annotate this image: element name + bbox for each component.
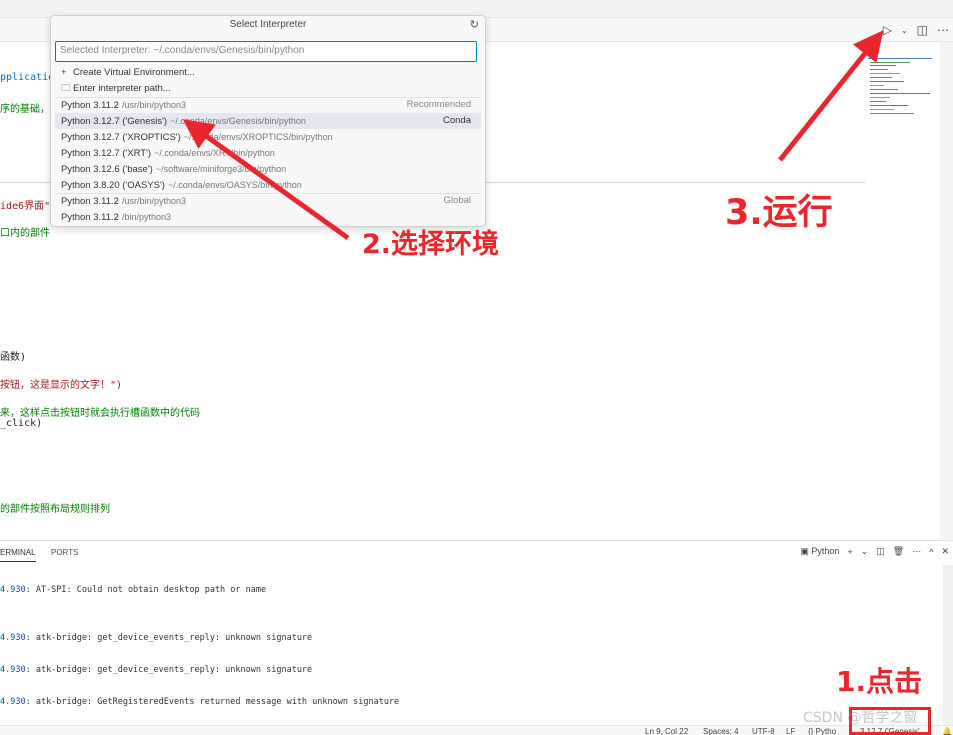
interpreter-tag: Conda [443,115,471,126]
tab-ports[interactable]: PORTS [51,548,78,557]
interpreter-name: Python 3.8.20 ('OASYS') [61,180,165,191]
interpreter-name: Python 3.12.7 ('XRT') [61,148,152,159]
annotation-step2: 2.选择环境 [362,229,500,260]
interpreter-path: ~/.conda/envs/XRT/bin/python [154,148,275,158]
terminal-icon: ▣ [800,546,809,556]
interpreter-item-selected[interactable]: Python 3.12.7 ('Genesis') ~/.conda/envs/G… [55,113,481,129]
terminal-line: 4.930: AT-SPI: Could not obtain desktop … [0,585,267,595]
interpreter-item[interactable]: Python 3.8.20 ('OASYS') ~/.conda/envs/OAS… [55,177,481,193]
quickpick-title: Select Interpreter [229,19,307,30]
language-mode[interactable]: {} Pytho [808,727,836,735]
encoding[interactable]: UTF-8 [752,727,775,735]
refresh-icon[interactable]: ↻ [470,18,479,31]
interpreter-name: Python 3.11.2 [61,212,119,223]
code-line: 函数) [0,352,27,363]
interpreter-item[interactable]: Python 3.12.7 ('XRT') ~/.conda/envs/XRT/b… [55,145,481,161]
folder-icon: 🗀 [61,83,71,94]
end-of-line[interactable]: LF [786,727,795,735]
annotation-step1: 1.点击 [836,665,923,698]
interpreter-item[interactable]: Python 3.11.2/usr/bin/python3 Recommended [55,97,481,113]
interpreter-path: ~/software/miniforge3/bin/python [155,164,287,174]
interpreter-name: Python 3.11.2 [61,196,119,207]
more-icon[interactable]: ⋯ [912,546,921,557]
interpreter-name: Python 3.12.7 ('Genesis') [61,116,168,127]
terminal-shell-selector[interactable]: ▣ Python [800,546,839,557]
code-line: _click) [0,418,43,429]
interpreter-path: ~/.conda/envs/OASYS/bin/python [167,180,302,190]
close-icon[interactable]: ✕ [941,546,949,557]
annotation-step3: 3.运行 [725,193,833,233]
plus-icon: + [61,67,67,78]
interpreter-item[interactable]: Python 3.12.7 ('XROPTICS') ~/.conda/envs/… [55,129,481,145]
code-line: pplicatio [0,72,55,83]
code-line: ide6界面" [0,201,51,212]
cursor-position[interactable]: Ln 9, Col 22 [645,727,688,735]
editor-scrollbar[interactable] [940,42,953,540]
create-env-label: Create Virtual Environment... [73,67,195,78]
terminal-line: 4.930: atk-bridge: get_device_events_rep… [0,633,313,643]
indentation[interactable]: Spaces: 4 [703,727,739,735]
interpreter-tag: Recommended [406,99,471,110]
interpreter-item[interactable]: Python 3.12.6 ('base') ~/software/minifor… [55,161,481,177]
create-virtual-env-item[interactable]: + Create Virtual Environment... [55,65,481,81]
play-icon[interactable]: ▷ [883,23,892,37]
code-line: 来，这样点击按钮时就会执行槽函数中的代码 [0,408,200,419]
interpreter-tag: Global [443,195,471,206]
code-line: 按钮，这是显示的文字！") [0,380,123,391]
interpreter-path: /bin/python3 [121,212,171,222]
chevron-down-icon[interactable]: ⌄ [901,26,908,35]
tab-terminal[interactable]: ERMINAL [0,548,36,562]
terminal-scrollbar[interactable] [943,565,953,725]
interpreter-item[interactable]: Python 3.11.2/usr/bin/python3 Global [55,193,481,209]
notifications-icon[interactable]: 🔔 [942,727,952,735]
enter-path-label: Enter interpreter path... [73,83,171,94]
terminal-line: 4.930: atk-bridge: GetRegisteredEvents r… [0,697,400,707]
editor-actions: ▷ ⌄ ◫ ⋯ [883,20,949,40]
interpreter-path: /usr/bin/python3 [121,100,186,110]
terminal-line: 4.930: atk-bridge: get_device_events_rep… [0,665,313,675]
interpreter-name: Python 3.12.7 ('XROPTICS') [61,132,181,143]
select-interpreter-quickpick: Select Interpreter ↻ Selected Interprete… [50,15,486,227]
code-line: 的部件按照布局规则排列 [0,504,110,515]
more-icon[interactable]: ⋯ [937,23,949,37]
interpreter-name: Python 3.12.6 ('base') [61,164,153,175]
interpreter-name: Python 3.11.2 [61,100,119,111]
panel-actions: ▣ Python + ⌄ ◫ 🗑 ⋯ ^ ✕ [800,546,949,557]
split-terminal-icon[interactable]: ◫ [876,546,885,557]
shell-label: Python [811,546,840,556]
interpreter-path: /usr/bin/python3 [121,196,186,206]
interpreter-path: ~/.conda/envs/XROPTICS/bin/python [183,132,333,142]
minimap[interactable] [866,56,936,120]
watermark: CSDN @哲学之窗 [803,710,918,726]
code-line: 口内的部件 [0,228,50,239]
split-editor-icon[interactable]: ◫ [917,23,928,37]
enter-interpreter-path-item[interactable]: 🗀 Enter interpreter path... [55,81,481,97]
interpreter-search-input[interactable]: Selected Interpreter: ~/.conda/envs/Gene… [55,41,477,62]
code-line: 序的基础， [0,104,50,115]
interpreter-path: ~/.conda/envs/Genesis/bin/python [170,116,306,126]
trash-icon[interactable]: 🗑 [893,546,904,557]
chevron-down-icon[interactable]: ⌄ [861,546,869,557]
maximize-panel-icon[interactable]: ^ [929,547,933,557]
terminal-panel: ERMINAL PORTS ▣ Python + ⌄ ◫ 🗑 ⋯ ^ ✕ 4.9… [0,540,953,725]
add-terminal-icon[interactable]: + [847,547,852,557]
